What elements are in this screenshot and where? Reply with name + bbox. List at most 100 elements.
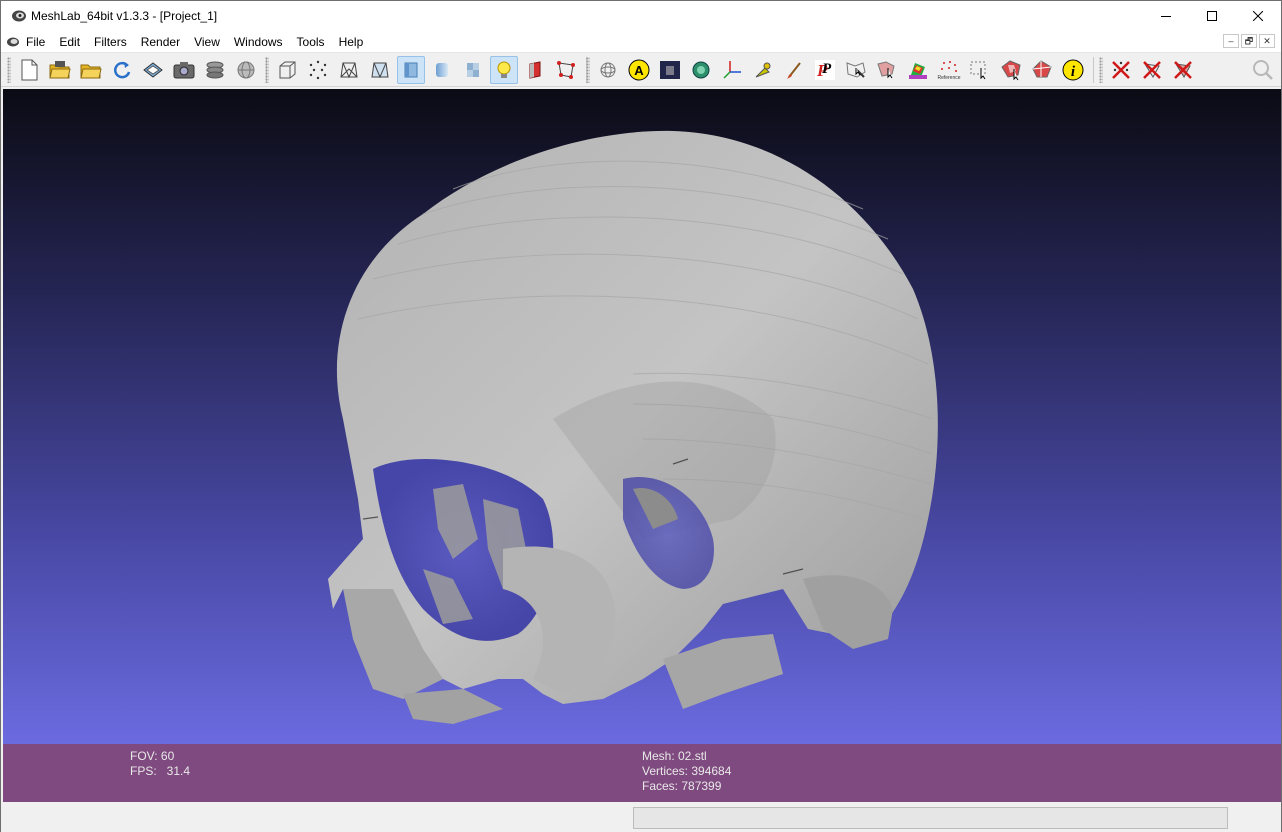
skull-mesh[interactable] <box>303 119 963 729</box>
save-snapshot-icon <box>143 62 163 78</box>
delete-vertices-icon <box>1112 61 1130 79</box>
info-icon: i <box>1062 59 1084 81</box>
hidden-lines-icon <box>371 62 389 79</box>
menu-bar: File Edit Filters Render View Windows To… <box>1 31 1281 53</box>
layers-button[interactable] <box>201 56 229 84</box>
meshlab-app-icon <box>12 10 26 22</box>
select-faces-icon <box>557 61 575 79</box>
menu-help[interactable]: Help <box>332 31 371 53</box>
lighting-icon <box>497 61 511 78</box>
manipulator-icon <box>1001 60 1021 81</box>
select-vertices-icon <box>846 62 866 78</box>
mdi-minimize-button[interactable]: – <box>1223 34 1239 48</box>
toolbar-grip[interactable] <box>1099 57 1103 83</box>
select-connected-button[interactable] <box>873 56 901 84</box>
svg-text:P: P <box>822 61 832 77</box>
backface-icon <box>529 61 541 79</box>
painter-icon <box>660 61 680 79</box>
toolbar-delete-group <box>1099 55 1200 85</box>
close-button[interactable] <box>1235 1 1281 31</box>
align-button[interactable] <box>966 56 994 84</box>
close-icon <box>1253 11 1263 21</box>
toolbar-edit-group: A PP Reference i <box>586 55 1100 85</box>
minimize-button[interactable] <box>1143 1 1189 31</box>
menu-edit-label: Edit <box>59 35 81 49</box>
save-snapshot-button[interactable] <box>139 56 167 84</box>
points-button[interactable] <box>304 56 332 84</box>
quality-icon <box>692 61 710 79</box>
brush-button[interactable] <box>780 56 808 84</box>
menu-edit[interactable]: Edit <box>52 31 87 53</box>
menu-windows-label: Windows <box>233 35 283 49</box>
hidden-lines-button[interactable] <box>366 56 394 84</box>
menu-filters[interactable]: Filters <box>87 31 134 53</box>
reload-button[interactable] <box>108 56 136 84</box>
delete-faces-button[interactable] <box>1138 56 1166 84</box>
select-faces-button[interactable] <box>552 56 580 84</box>
trackball-button[interactable] <box>594 56 622 84</box>
camera-button[interactable] <box>170 56 198 84</box>
toolbar-grip[interactable] <box>265 57 269 83</box>
mdi-close-button[interactable]: ✕ <box>1259 34 1275 48</box>
mesh-name-label: Mesh: 02.stl <box>642 749 707 763</box>
open-mesh-button[interactable] <box>77 56 105 84</box>
reference-button[interactable]: Reference <box>935 56 963 84</box>
manipulator-button[interactable] <box>997 56 1025 84</box>
toolbar-grip[interactable] <box>7 57 11 83</box>
select-connected-icon <box>877 61 895 79</box>
vertices-count-label: Vertices: 394684 <box>642 764 732 778</box>
flat-shading-button[interactable] <box>397 56 425 84</box>
pickpoints-button[interactable]: PP <box>811 56 839 84</box>
menu-file[interactable]: File <box>19 31 52 53</box>
color-paint-button[interactable] <box>904 56 932 84</box>
segment-button[interactable] <box>1028 56 1056 84</box>
align-icon <box>970 61 986 80</box>
search-button[interactable] <box>1249 56 1277 84</box>
fov-label: FOV: 60 <box>130 749 175 763</box>
select-vertices-button[interactable] <box>842 56 870 84</box>
search-icon <box>1253 60 1273 80</box>
menu-tools[interactable]: Tools <box>290 31 332 53</box>
reload-icon <box>114 61 131 79</box>
menu-view[interactable]: View <box>187 31 227 53</box>
bounding-box-button[interactable] <box>273 56 301 84</box>
axis-icon <box>723 61 741 79</box>
backface-button[interactable] <box>521 56 549 84</box>
brush-icon <box>787 62 801 79</box>
delete-faces-vertices-icon <box>1174 61 1192 79</box>
toolbar-separator <box>1093 57 1094 83</box>
menu-view-label: View <box>194 35 220 49</box>
menu-render[interactable]: Render <box>134 31 187 53</box>
window-title: MeshLab_64bit v1.3.3 - [Project_1] <box>31 9 218 23</box>
open-project-button[interactable] <box>46 56 74 84</box>
measure-button[interactable] <box>749 56 777 84</box>
delete-vertices-button[interactable] <box>1107 56 1135 84</box>
maximize-button[interactable] <box>1189 1 1235 31</box>
wireframe-button[interactable] <box>335 56 363 84</box>
menu-tools-label: Tools <box>296 35 325 49</box>
annotation-button[interactable]: A <box>625 56 653 84</box>
axis-button[interactable] <box>718 56 746 84</box>
smooth-shading-button[interactable] <box>428 56 456 84</box>
new-project-button[interactable] <box>15 56 43 84</box>
lighting-button[interactable] <box>490 56 518 84</box>
toolbar-grip[interactable] <box>586 57 590 83</box>
menu-file-label: File <box>26 35 46 49</box>
painter-button[interactable] <box>656 56 684 84</box>
svg-text:A: A <box>634 63 644 78</box>
texture-button[interactable] <box>459 56 487 84</box>
reference-label: Reference <box>937 75 960 81</box>
open-mesh-icon <box>80 64 102 79</box>
mdi-restore-button[interactable]: 🗗 <box>1241 34 1257 48</box>
info-button[interactable]: i <box>1059 56 1087 84</box>
segment-icon <box>1032 60 1052 78</box>
quality-button[interactable] <box>687 56 715 84</box>
menu-windows[interactable]: Windows <box>227 31 290 53</box>
title-bar: MeshLab_64bit v1.3.3 - [Project_1] <box>1 1 1281 31</box>
color-paint-icon <box>909 63 927 79</box>
delete-faces-vertices-button[interactable] <box>1169 56 1197 84</box>
3d-viewport[interactable] <box>3 89 1281 744</box>
meshlab-window: MeshLab_64bit v1.3.3 - [Project_1] File … <box>0 0 1282 832</box>
fps-label: FPS: 31.4 <box>130 764 191 778</box>
mesh-layer-button[interactable] <box>232 56 260 84</box>
